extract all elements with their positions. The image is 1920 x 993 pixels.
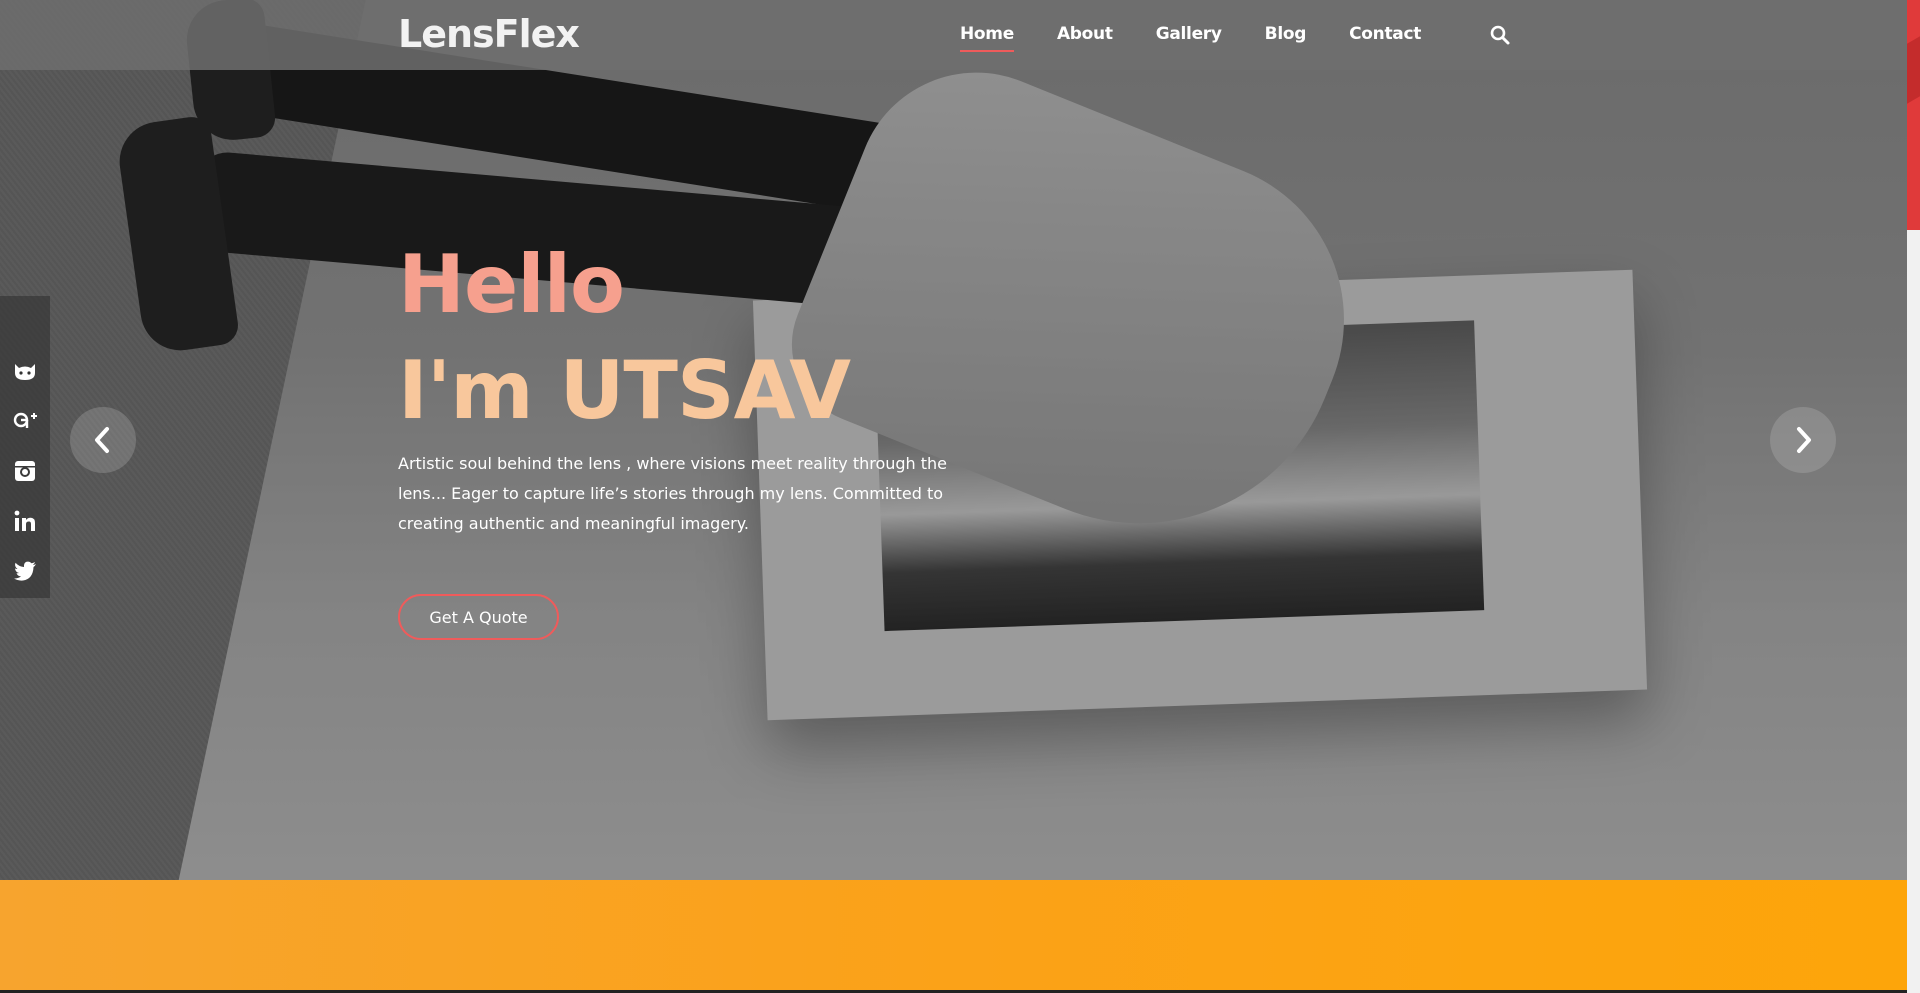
google-plus-icon[interactable] (12, 408, 38, 434)
orange-section-band (0, 880, 1907, 993)
chevron-right-icon (1797, 427, 1811, 453)
search-icon[interactable] (1489, 24, 1511, 46)
nav-gallery[interactable]: Gallery (1156, 24, 1222, 52)
twitter-icon[interactable] (12, 558, 38, 584)
site-logo[interactable]: LensFlex (398, 12, 580, 56)
chevron-left-icon (95, 427, 109, 453)
get-a-quote-button[interactable]: Get A Quote (398, 594, 559, 640)
hero-tagline: Artistic soul behind the lens , where vi… (398, 454, 948, 533)
hero-text-block: Hello I'm UTSAV Artistic soul behind the… (398, 245, 958, 539)
github-icon[interactable] (12, 358, 38, 384)
slider-next-button[interactable] (1770, 407, 1836, 473)
social-sidebar (0, 296, 50, 598)
nav-contact[interactable]: Contact (1349, 24, 1421, 52)
main-nav: Home About Gallery Blog Contact (960, 24, 1464, 52)
hero-title-line2: I'm UTSAV (398, 344, 851, 437)
instagram-icon[interactable] (12, 458, 38, 484)
nav-blog[interactable]: Blog (1265, 24, 1307, 52)
slider-prev-button[interactable] (70, 407, 136, 473)
scrollbar-thumb[interactable] (1907, 0, 1920, 230)
nav-about[interactable]: About (1057, 24, 1113, 52)
top-navbar: LensFlex Home About Gallery Blog Contact (0, 0, 1907, 70)
nav-home[interactable]: Home (960, 24, 1014, 52)
linkedin-icon[interactable] (12, 508, 38, 534)
hero-title-line1: Hello (398, 238, 625, 331)
